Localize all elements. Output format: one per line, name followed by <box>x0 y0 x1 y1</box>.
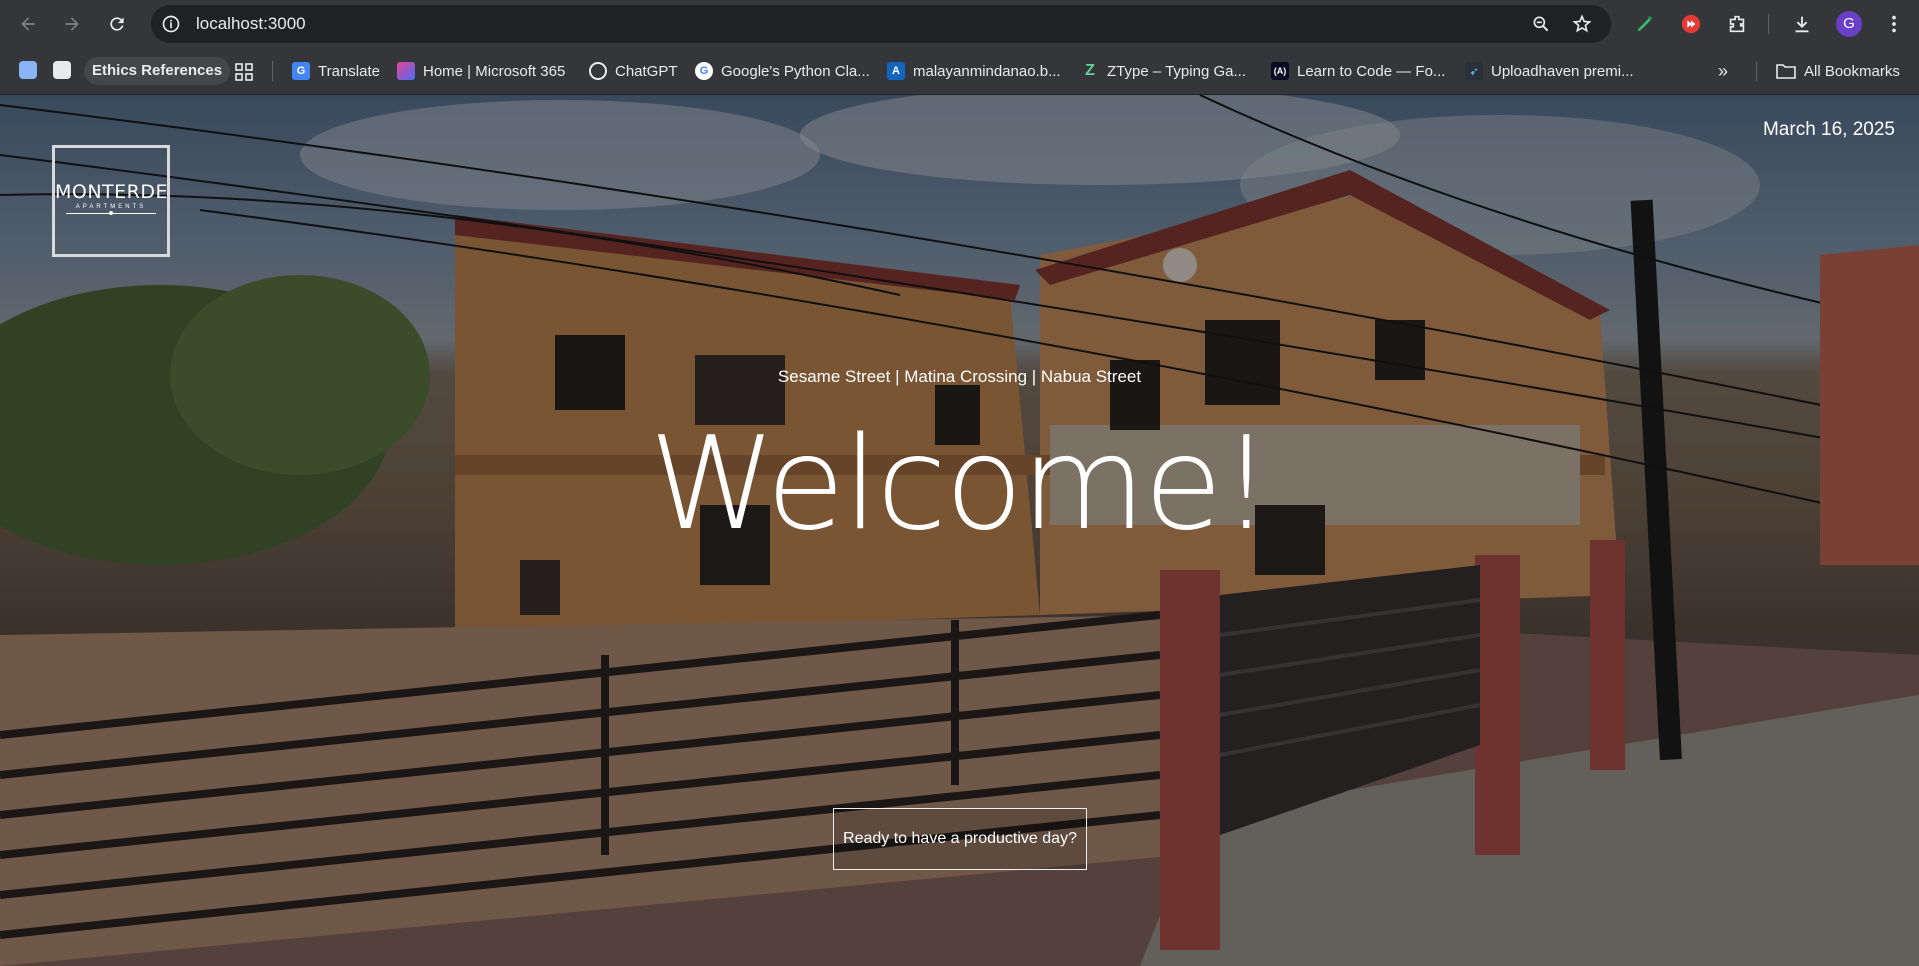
logo-name: MONTERDE <box>55 181 169 203</box>
pen-extension-icon <box>1637 15 1653 32</box>
apps-grid-icon[interactable] <box>234 62 254 82</box>
bookmark-folder-ethics[interactable]: Ethics References <box>84 57 231 85</box>
profile-avatar[interactable]: G <box>1836 11 1862 37</box>
bookmarks-bar: Ethics References G Translate Home | Mic… <box>0 48 1919 94</box>
bookmark-label: ZType – Typing Ga... <box>1107 62 1246 80</box>
all-bookmarks-button[interactable]: All Bookmarks <box>1776 57 1900 85</box>
bookmark-label: malayanmindanao.b... <box>913 62 1061 80</box>
street-list: Sesame Street | Matina Crossing | Nabua … <box>777 367 1142 386</box>
all-bookmarks-label: All Bookmarks <box>1804 62 1900 80</box>
freecodecamp-icon: (A) <box>1271 62 1289 80</box>
extensions-button[interactable] <box>1725 12 1749 36</box>
browser-menu-button[interactable] <box>1882 12 1906 36</box>
bookmark-label: Uploadhaven premi... <box>1491 62 1634 80</box>
hero-section: MONTERDE APARTMENTS March 16, 2025 Sesam… <box>0 95 1919 966</box>
youtube-extension[interactable] <box>1679 12 1703 36</box>
browser-toolbar: localhost:3000 G <box>0 0 1919 48</box>
bookmark-ztype[interactable]: Z ZType – Typing Ga... <box>1081 57 1246 85</box>
bookmark-microsoft365[interactable]: Home | Microsoft 365 <box>397 57 565 85</box>
reload-button[interactable] <box>101 8 133 40</box>
pen-extension[interactable] <box>1633 12 1657 36</box>
back-icon <box>21 17 35 31</box>
bookmark-translate[interactable]: G Translate <box>292 57 380 85</box>
downloads-button[interactable] <box>1790 12 1814 36</box>
bookmark-divider <box>272 61 273 81</box>
monterde-logo[interactable]: MONTERDE APARTMENTS <box>52 145 170 257</box>
uploadhaven-icon: ➶ <box>1465 62 1483 80</box>
puzzle-icon <box>1729 15 1745 33</box>
address-bar[interactable]: localhost:3000 <box>151 5 1611 43</box>
menu-icon <box>1892 15 1896 33</box>
ztype-icon: Z <box>1085 62 1095 79</box>
download-icon <box>1795 16 1809 33</box>
forward-icon <box>65 17 79 31</box>
bookmark-uploadhaven[interactable]: ➶ Uploadhaven premi... <box>1465 57 1634 85</box>
cta-button[interactable]: Ready to have a productive day? <box>833 808 1087 870</box>
microsoft365-icon <box>397 62 415 80</box>
welcome-heading: Welcome! <box>649 410 1272 559</box>
reload-icon <box>110 17 124 31</box>
logo-divider <box>66 211 156 215</box>
more-bookmarks-button[interactable]: » <box>1718 57 1728 85</box>
bookmark-malayan[interactable]: A malayanmindanao.b... <box>887 57 1061 85</box>
double-chevron-icon: » <box>1718 60 1729 81</box>
bookmark-google-python[interactable]: G Google's Python Cla... <box>695 57 870 85</box>
logo-subtitle: APARTMENTS <box>75 204 147 210</box>
zoom-icon[interactable] <box>1531 14 1551 34</box>
url-text[interactable]: localhost:3000 <box>196 5 306 43</box>
bookmark-chatgpt[interactable]: ChatGPT <box>589 57 678 85</box>
folder-icon <box>1776 64 1796 79</box>
bookmark-label: Learn to Code — Fo... <box>1297 62 1446 80</box>
bookmark-label: ChatGPT <box>615 62 678 80</box>
site-info-icon[interactable] <box>161 14 181 34</box>
bookmark-label: Google's Python Cla... <box>721 62 870 80</box>
bookmark-label: Home | Microsoft 365 <box>423 62 566 80</box>
chatgpt-icon <box>589 62 607 80</box>
current-date: March 16, 2025 <box>1762 119 1895 140</box>
google-icon: G <box>695 62 713 80</box>
star-icon[interactable] <box>1572 14 1592 34</box>
back-button[interactable] <box>12 8 44 40</box>
bookmark-app-icon[interactable] <box>19 61 37 79</box>
bookmark-label: Translate <box>318 62 380 80</box>
google-translate-icon: G <box>292 62 310 80</box>
toolbar-divider <box>1768 14 1769 34</box>
forward-button[interactable] <box>56 8 88 40</box>
malayan-icon: A <box>887 62 905 80</box>
bookmark-divider <box>1756 61 1757 81</box>
youtube-extension-icon <box>1681 14 1701 34</box>
bookmark-page-icon[interactable] <box>53 61 71 79</box>
bookmark-freecodecamp[interactable]: (A) Learn to Code — Fo... <box>1271 57 1445 85</box>
